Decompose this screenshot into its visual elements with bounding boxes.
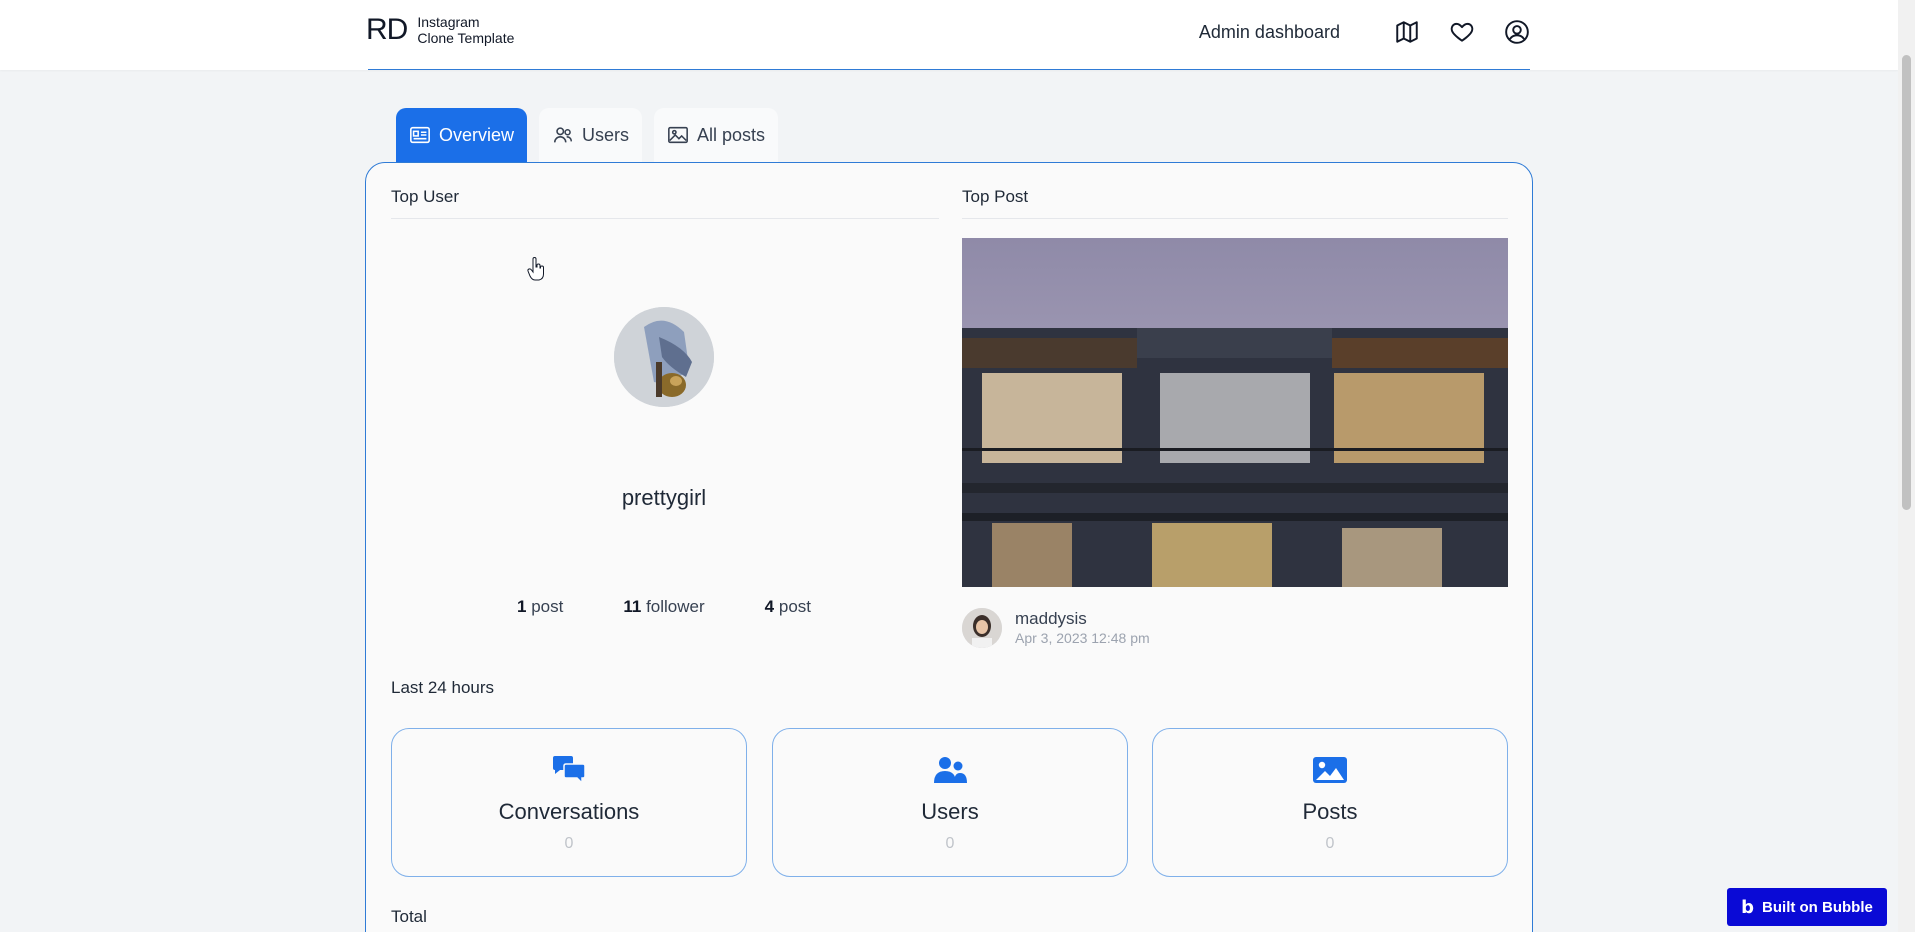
posts-card[interactable]: Posts 0	[1152, 728, 1508, 877]
map-icon[interactable]	[1393, 18, 1421, 46]
logo-line-1: Instagram	[417, 14, 480, 30]
author-meta: maddysis Apr 3, 2023 12:48 pm	[1015, 609, 1150, 647]
stat-label: post	[778, 597, 811, 616]
author-avatar[interactable]	[962, 608, 1002, 648]
logo[interactable]: RD Instagram Clone Template	[366, 13, 514, 47]
top-post-author[interactable]: maddysis Apr 3, 2023 12:48 pm	[962, 608, 1150, 648]
stat-value: 11	[623, 597, 642, 616]
chat-icon	[553, 756, 586, 785]
logo-mark: RD	[366, 13, 408, 46]
stat-posts: 1 post	[517, 597, 563, 617]
tab-label: Overview	[439, 124, 515, 145]
top-user-title: Top User	[391, 187, 460, 206]
top-header: RD Instagram Clone Template Admin dashbo…	[0, 0, 1898, 70]
card-label: Users	[921, 799, 979, 824]
stat-followers: 11 follower	[623, 597, 704, 617]
top-user-divider	[391, 218, 939, 219]
stat-value: 1	[517, 597, 527, 616]
hand-cursor-icon	[527, 257, 544, 281]
conversations-card[interactable]: Conversations 0	[391, 728, 747, 877]
tab-overview[interactable]: Overview	[396, 108, 528, 162]
image-icon	[1313, 757, 1347, 783]
badge-label: Built on Bubble	[1762, 898, 1873, 916]
users-card[interactable]: Users 0	[772, 728, 1128, 877]
post-date: Apr 3, 2023 12:48 pm	[1015, 630, 1150, 646]
top-user-stats: 1 post 11 follower 4 post	[500, 597, 828, 617]
account-icon[interactable]	[1503, 18, 1531, 46]
top-post-image[interactable]	[962, 238, 1508, 587]
bubble-logo-icon: b	[1741, 896, 1755, 918]
scrollbar-thumb[interactable]	[1902, 55, 1911, 510]
users-icon	[934, 757, 967, 783]
top-user-avatar[interactable]	[614, 307, 714, 407]
total-title: Total	[391, 907, 427, 926]
tab-label: Users	[582, 124, 630, 145]
card-count: 0	[945, 835, 955, 852]
heart-icon[interactable]	[1448, 18, 1476, 46]
users-icon	[553, 127, 573, 143]
last-24-title: Last 24 hours	[391, 678, 495, 697]
tab-label: All posts	[697, 124, 766, 145]
stat-value: 4	[764, 597, 775, 616]
card-count: 0	[1325, 835, 1335, 852]
header-divider	[368, 69, 1530, 70]
admin-dashboard-link[interactable]: Admin dashboard	[1199, 22, 1340, 43]
card-label: Conversations	[498, 799, 640, 824]
top-post-divider	[962, 218, 1508, 219]
page-scrollbar[interactable]	[1898, 0, 1915, 932]
card-count: 0	[564, 835, 574, 852]
author-name[interactable]: maddysis	[1015, 609, 1150, 629]
card-label: Posts	[1302, 799, 1358, 824]
tab-users[interactable]: Users	[539, 108, 643, 162]
header-nav: Admin dashboard	[1199, 0, 1531, 64]
tab-bar: Overview Users All posts	[396, 108, 790, 162]
tab-all-posts[interactable]: All posts	[654, 108, 779, 162]
top-user-username[interactable]: prettygirl	[500, 485, 828, 511]
logo-line-2: Clone Template	[417, 30, 515, 46]
stat-label: post	[531, 597, 564, 616]
stat-label: follower	[646, 597, 705, 616]
image-icon	[668, 126, 688, 144]
id-card-icon	[410, 126, 430, 144]
logo-text: Instagram Clone Template	[417, 14, 514, 46]
stat-posts-2: 4 post	[765, 597, 811, 617]
built-on-bubble-badge[interactable]: b Built on Bubble	[1727, 888, 1887, 926]
top-post-title: Top Post	[962, 187, 1029, 206]
